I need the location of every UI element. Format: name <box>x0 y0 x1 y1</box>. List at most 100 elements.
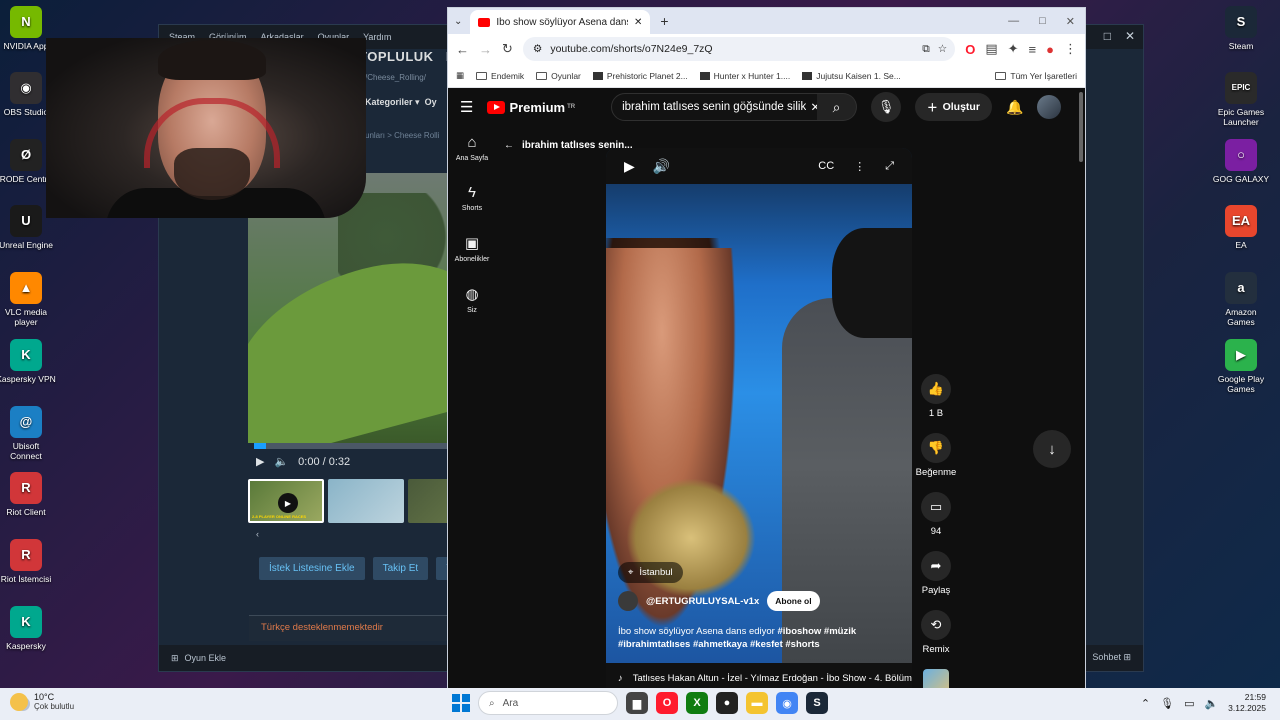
forward-icon[interactable]: → <box>479 42 492 57</box>
search-button[interactable]: ⌕ <box>817 93 858 121</box>
desktop-icon-ea[interactable]: EA EA <box>1211 205 1271 250</box>
youtube-logo[interactable]: Premium TR <box>487 100 575 115</box>
address-bar[interactable]: ⚙ youtube.com/shorts/o7N24e9_7zQ ⧉ ☆ <box>522 37 956 61</box>
share-button[interactable]: ➦ <box>921 551 951 581</box>
taskbar-opera-icon[interactable]: O <box>656 692 678 714</box>
voice-search-button[interactable]: 🎙 <box>871 92 902 122</box>
chevron-left-icon[interactable]: ‹ <box>256 529 259 539</box>
profile-icon[interactable]: ● <box>1046 42 1054 57</box>
clock[interactable]: 21:59 3.12.2025 <box>1228 692 1266 714</box>
maximize-icon[interactable]: □ <box>1039 15 1046 28</box>
chrome-window[interactable]: ⌄ İbo show söylüyor Asena dans ✕ + — □ ✕… <box>447 7 1086 695</box>
thumbnail-video[interactable]: 2-8 PLAYER ONLINE RACES ▶ <box>248 479 324 523</box>
tab-youtube[interactable]: İbo show söylüyor Asena dans ✕ <box>470 10 651 34</box>
next-short-button[interactable]: ↓ <box>1033 430 1071 468</box>
remix-button[interactable]: ⟲ <box>921 610 951 640</box>
taskbar-file-manager-icon[interactable]: ▆ <box>626 692 648 714</box>
games-menu[interactable]: Oy <box>425 97 437 107</box>
more-options-icon[interactable]: ⋮ <box>854 160 865 173</box>
desktop-icon-kaspersky[interactable]: K Kaspersky <box>0 606 56 651</box>
desktop-icon-google-play-games[interactable]: ▶ Google Play Games <box>1211 339 1271 394</box>
speaker-icon[interactable]: 🔈 <box>1204 697 1218 710</box>
site-info-icon[interactable]: ⚙ <box>533 43 542 55</box>
close-icon[interactable]: ✕ <box>1066 15 1075 28</box>
add-game-button[interactable]: Oyun Ekle <box>185 653 227 663</box>
desktop-icon-amazon-games[interactable]: a Amazon Games <box>1211 272 1271 327</box>
categories-menu[interactable]: Kategoriler ▾ <box>365 97 420 107</box>
new-tab-icon[interactable]: + <box>660 13 668 29</box>
hashtags-line-1[interactable]: #iboshow #müzik <box>777 626 856 637</box>
video-progress[interactable] <box>254 443 448 449</box>
sidebar-item-shorts[interactable]: ϟ Shorts <box>448 184 496 212</box>
channel-avatar[interactable] <box>618 591 638 611</box>
sidebar-item-abonelikler[interactable]: ▣ Abonelikler <box>448 234 496 263</box>
taskbar-xbox-icon[interactable]: X <box>686 692 708 714</box>
menu-icon[interactable]: ⋮ <box>1064 41 1077 57</box>
desktop-icon-ubisoft-connect[interactable]: @ Ubisoft Connect <box>0 406 56 461</box>
volume-icon[interactable]: 🔈 <box>274 455 288 468</box>
weather-widget[interactable]: 10°C Çok bulutlu <box>10 692 74 711</box>
scrollbar[interactable] <box>1079 92 1083 162</box>
play-icon[interactable]: ▶ <box>256 455 264 468</box>
wishlist-button[interactable]: İstek Listesine Ekle <box>259 557 365 580</box>
chat-button[interactable]: Sohbet ⊞ <box>1092 652 1131 663</box>
extensions-icon[interactable]: ✦ <box>1008 41 1019 57</box>
subscribe-button[interactable]: Abone ol <box>767 591 820 611</box>
hashtags-line-2[interactable]: #ibrahimtatlıses #ahmetkaya #kesfet #sho… <box>618 639 820 650</box>
bookmark-item[interactable]: Jujutsu Kaisen 1. Se... <box>802 71 901 81</box>
network-icon[interactable]: ▭ <box>1184 697 1194 710</box>
back-arrow-icon[interactable]: ← <box>504 140 514 151</box>
taskbar-steam-icon[interactable]: S <box>806 692 828 714</box>
sidebar-item-siz[interactable]: ◍ Siz <box>448 285 496 314</box>
bookmark-star-icon[interactable]: ☆ <box>938 43 947 55</box>
dislike-button[interactable]: 👎 <box>921 433 951 463</box>
back-icon[interactable]: ← <box>456 42 469 57</box>
bookmark-item[interactable]: Oyunlar <box>536 71 581 81</box>
close-icon[interactable]: ✕ <box>1125 29 1135 43</box>
fullscreen-icon[interactable]: ⤢ <box>885 160 894 173</box>
taskbar-file-explorer-icon[interactable]: ▬ <box>746 692 768 714</box>
microphone-icon[interactable]: 🎙 <box>1160 697 1174 710</box>
media-icon[interactable]: ≡ <box>1029 42 1037 57</box>
avatar[interactable] <box>1037 95 1062 119</box>
captions-icon[interactable]: CC <box>818 160 834 173</box>
opera-extension-icon[interactable]: O <box>965 42 975 57</box>
notes-extension-icon[interactable]: ▤ <box>985 41 997 57</box>
sidebar-item-ana-sayfa[interactable]: ⌂ Ana Sayfa <box>448 134 496 162</box>
hamburger-menu-icon[interactable]: ☰ <box>460 98 473 116</box>
all-bookmarks-button[interactable]: Tüm Yer İşaretleri <box>995 71 1077 81</box>
comments-button[interactable]: ▭ <box>921 492 951 522</box>
location-chip[interactable]: ⌖ İstanbul <box>618 562 683 583</box>
desktop-icon-gog-galaxy[interactable]: ○ GOG GALAXY <box>1211 139 1271 184</box>
cast-icon[interactable]: ⧉ <box>922 43 930 56</box>
nav-topluluk[interactable]: TOPLULUK <box>359 49 434 64</box>
maximize-icon[interactable]: □ <box>1104 29 1111 43</box>
start-button[interactable] <box>452 694 470 712</box>
taskbar-chrome-icon[interactable]: ◉ <box>776 692 798 714</box>
reload-icon[interactable]: ↻ <box>502 41 513 57</box>
steam-menu-item[interactable]: Yardım <box>363 32 391 42</box>
short-video-player[interactable]: ▶ 🔊 CC ⋮ ⤢ ⌖ İstanbul @ERTUGRULUYSAL-v1x… <box>606 148 912 693</box>
desktop-icon-vlc-media-player[interactable]: ▲ VLC media player <box>0 272 56 327</box>
follow-button[interactable]: Takip Et <box>372 557 429 580</box>
taskbar-search[interactable]: ⌕ Ara <box>478 691 618 715</box>
chevron-up-icon[interactable]: ⌃ <box>1141 697 1150 710</box>
plus-icon[interactable]: ⊞ <box>171 653 179 664</box>
thumbnail-image[interactable] <box>328 479 404 523</box>
search-input[interactable]: ibrahim tatlıses senin göğsünde silikon … <box>611 93 832 121</box>
taskbar-app-dark-icon[interactable]: ● <box>716 692 738 714</box>
minimize-icon[interactable]: — <box>1008 15 1019 28</box>
tab-search-icon[interactable]: ⌄ <box>454 16 462 27</box>
bookmark-item[interactable]: Endemik <box>476 71 524 81</box>
volume-icon[interactable]: 🔊 <box>653 158 670 175</box>
create-button[interactable]: ＋ Oluştur <box>915 93 992 121</box>
notifications-bell-icon[interactable]: 🔔 <box>1006 99 1023 116</box>
close-tab-icon[interactable]: ✕ <box>634 17 642 28</box>
desktop-icon-kaspersky-vpn[interactable]: K Kaspersky VPN <box>0 339 56 384</box>
bookmark-item[interactable]: Hunter x Hunter 1.... <box>699 71 790 81</box>
desktop-icon-riot-client[interactable]: R Riot Client <box>0 472 56 517</box>
desktop-icon-steam[interactable]: S Steam <box>1211 6 1271 51</box>
apps-grid-icon[interactable]: ▦ <box>456 70 464 81</box>
bookmark-item[interactable]: Prehistoric Planet 2... <box>592 71 688 81</box>
like-button[interactable]: 👍 <box>921 374 951 404</box>
